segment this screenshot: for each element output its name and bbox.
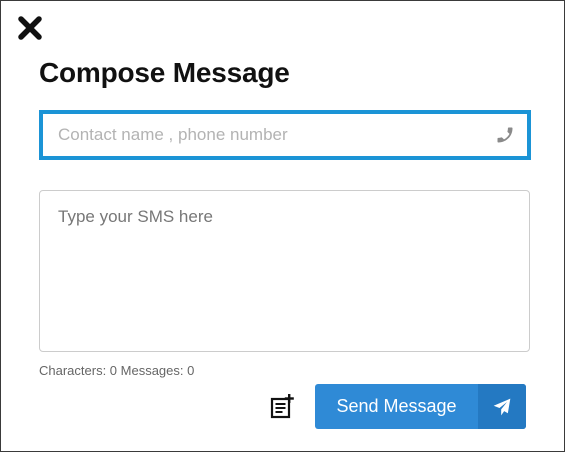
close-icon[interactable] <box>17 15 43 41</box>
paper-plane-icon <box>493 398 511 415</box>
page-title: Compose Message <box>39 57 290 88</box>
character-counter: Characters: 0 Messages: 0 <box>39 363 195 378</box>
send-icon-container <box>478 384 526 429</box>
send-message-button[interactable]: Send Message <box>315 384 526 429</box>
send-button-label: Send Message <box>336 396 457 416</box>
contact-input[interactable] <box>43 114 483 156</box>
phone-icon[interactable] <box>495 125 515 145</box>
contact-field[interactable] <box>39 110 531 160</box>
add-note-icon[interactable] <box>270 393 296 419</box>
sms-textarea[interactable] <box>39 190 530 352</box>
compose-dialog: Compose Message Characters: 0 Messages: … <box>0 0 565 452</box>
